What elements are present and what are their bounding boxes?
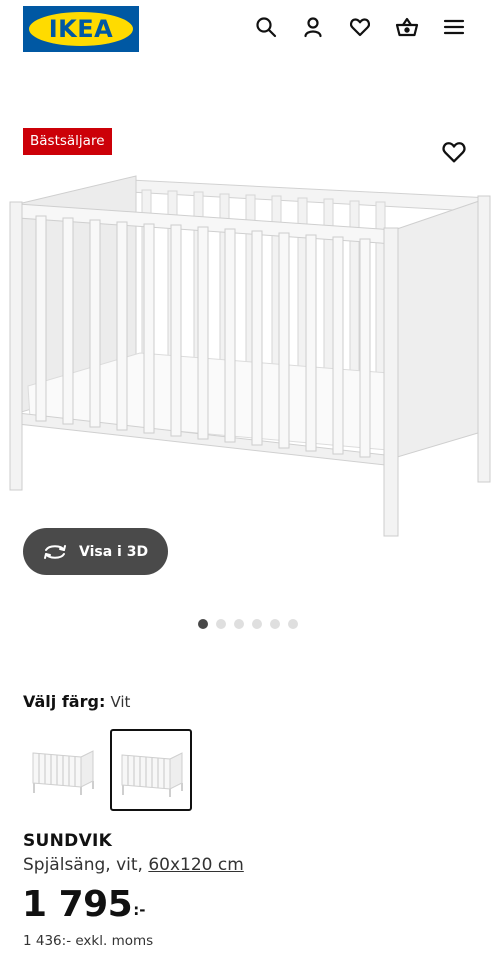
product-type: Spjälsäng, vit, (23, 855, 143, 875)
add-to-favorites-icon[interactable] (440, 138, 468, 166)
product-description: Spjälsäng, vit, 60x120 cm (23, 855, 244, 875)
price-value: 1 795 (22, 884, 133, 925)
bestseller-badge: Bästsäljare (23, 128, 112, 155)
product-size-link[interactable]: 60x120 cm (148, 855, 243, 875)
color-option-white-selected[interactable] (110, 729, 192, 811)
heart-icon[interactable] (346, 13, 374, 41)
ikea-logo[interactable]: IKEA (23, 6, 139, 52)
carousel-dot[interactable] (252, 619, 262, 629)
carousel-dot[interactable] (288, 619, 298, 629)
price-excl-vat: 1 436:- exkl. moms (23, 933, 154, 949)
carousel-dot[interactable] (270, 619, 280, 629)
search-icon[interactable] (252, 13, 280, 41)
carousel-dot[interactable] (234, 619, 244, 629)
carousel-dot[interactable] (198, 619, 208, 629)
view-in-3d-label: Visa i 3D (79, 543, 149, 560)
logo-oval: IKEA (29, 12, 133, 46)
menu-icon[interactable] (440, 13, 468, 41)
basket-icon[interactable] (393, 13, 421, 41)
crib-thumbnail (32, 750, 94, 795)
carousel-dot[interactable] (216, 619, 226, 629)
rotate-3d-icon (44, 544, 66, 559)
crib-image (9, 175, 491, 537)
color-option-white[interactable] (23, 729, 105, 811)
color-value: Vit (110, 693, 131, 711)
color-selector-label: Välj färg: Vit (23, 692, 130, 711)
price-suffix: :- (133, 901, 146, 919)
crib-thumbnail (121, 752, 183, 797)
view-in-3d-button[interactable]: Visa i 3D (23, 528, 168, 575)
user-icon[interactable] (299, 13, 327, 41)
color-label: Välj färg: (23, 692, 106, 711)
product-price: 1 795 :- (22, 884, 145, 926)
header: IKEA (0, 0, 501, 58)
product-name: SUNDVIK (23, 831, 113, 851)
carousel-dots (198, 619, 298, 629)
logo-text: IKEA (48, 15, 114, 43)
